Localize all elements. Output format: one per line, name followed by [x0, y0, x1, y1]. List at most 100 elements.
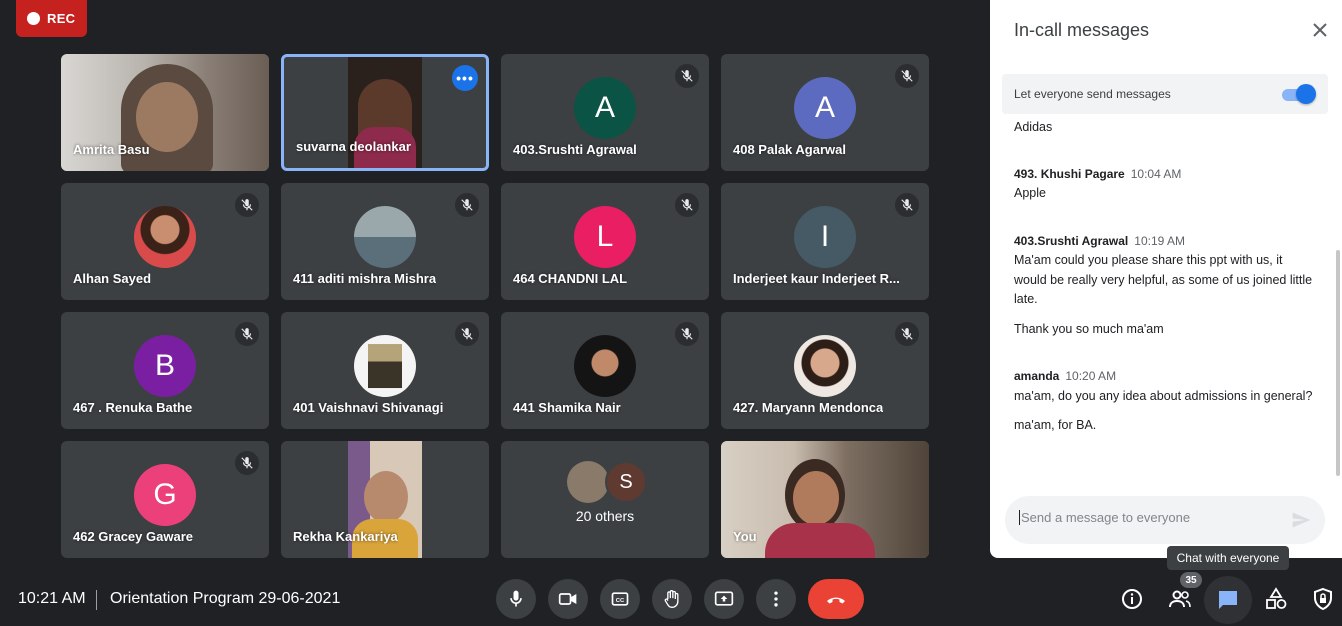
participant-name: 441 Shamika Nair [513, 400, 621, 415]
avatar: A [574, 76, 636, 139]
divider [96, 590, 97, 610]
message-input[interactable] [1019, 510, 1279, 525]
meeting-title: Orientation Program 29-06-2021 [110, 590, 341, 607]
message-text: Apple [1014, 186, 1046, 200]
message-time: 10:20 AM [1065, 369, 1117, 383]
bottom-bar: 10:21 AM Orientation Program 29-06-2021 … [0, 570, 1342, 626]
participant-tile[interactable]: Amrita Basu [61, 54, 269, 171]
message-text: Ma'am could you please share this ppt wi… [1014, 253, 1313, 306]
close-icon[interactable] [1310, 20, 1330, 40]
message-text: ma'am, for BA. [1014, 418, 1097, 432]
info-icon [1122, 589, 1142, 609]
chat-scrollbar[interactable] [1336, 250, 1340, 476]
host-controls-button[interactable] [1304, 580, 1342, 618]
mic-off-icon [455, 193, 479, 217]
avatar: L [574, 205, 636, 268]
camera-icon [558, 593, 577, 605]
participant-name: Inderjeet kaur Inderjeet R... [733, 271, 900, 286]
current-time: 10:21 AM [18, 590, 86, 607]
participant-tile[interactable]: A 408 Palak Agarwal [721, 54, 929, 171]
participant-name: 467 . Renuka Bathe [73, 400, 193, 415]
participant-tile[interactable]: Alhan Sayed [61, 183, 269, 300]
raise-hand-button[interactable] [652, 579, 692, 619]
avatar [567, 461, 609, 503]
camera-button[interactable] [548, 579, 588, 619]
message-composer [1005, 496, 1325, 544]
more-options-button[interactable] [756, 579, 796, 619]
participant-tile[interactable]: B 467 . Renuka Bathe [61, 312, 269, 429]
recording-label: REC [47, 11, 76, 26]
end-call-icon [827, 597, 845, 604]
participant-name: 427. Maryann Mendonca [733, 400, 884, 415]
mic-off-icon [455, 322, 479, 346]
mic-off-icon [235, 451, 259, 475]
captions-button[interactable]: CC [600, 579, 640, 619]
participant-count-badge: 35 [1180, 572, 1202, 588]
others-tile[interactable]: S 20 others [501, 441, 709, 558]
chat-icon [1219, 591, 1237, 609]
let-everyone-send-row: Let everyone send messages [1002, 74, 1328, 114]
mic-off-icon [895, 193, 919, 217]
mic-off-icon [235, 193, 259, 217]
avatar [574, 334, 636, 397]
message-text: ma'am, do you any idea about admissions … [1014, 388, 1313, 403]
meeting-details-button[interactable] [1113, 580, 1151, 618]
participant-name: 462 Gracey Gaware [73, 529, 193, 544]
more-options-icon[interactable]: ••• [452, 65, 478, 91]
send-messages-toggle[interactable] [1280, 84, 1316, 104]
message-group: 403.Srushti Agrawal 10:19 AM Ma'am could … [1014, 232, 1314, 340]
toggle-label: Let everyone send messages [1014, 87, 1171, 101]
participant-tile[interactable]: G 462 Gracey Gaware [61, 441, 269, 558]
participant-tile[interactable]: 441 Shamika Nair [501, 312, 709, 429]
chat-panel: In-call messages Let everyone send messa… [990, 0, 1342, 558]
present-button[interactable] [704, 579, 744, 619]
message-sender: amanda [1014, 369, 1060, 383]
participant-name: 464 CHANDNI LAL [513, 271, 628, 286]
participant-grid: Amrita Basu ••• suvarna deolankar A 403.… [61, 54, 931, 558]
participant-name: 408 Palak Agarwal [733, 142, 846, 157]
message-list: Adidas 493. Khushi Pagare 10:04 AM Apple … [1014, 120, 1314, 480]
self-tile[interactable]: You [721, 441, 929, 558]
message-text: Thank you so much ma'am [1014, 321, 1164, 336]
participant-name: Rekha Kankariya [293, 529, 398, 544]
avatar [354, 334, 416, 397]
send-icon[interactable] [1291, 510, 1311, 530]
host-controls-icon [1314, 587, 1332, 611]
others-count: 20 others [575, 508, 635, 524]
activities-button[interactable] [1257, 580, 1295, 618]
present-icon [714, 591, 734, 606]
raise-hand-icon [664, 590, 679, 609]
participant-name: Amrita Basu [73, 142, 150, 157]
avatar: G [134, 463, 196, 526]
participant-tile[interactable]: L 464 CHANDNI LAL [501, 183, 709, 300]
participant-name: suvarna deolankar [296, 139, 411, 154]
mic-off-icon [675, 64, 699, 88]
participant-tile[interactable]: Rekha Kankariya [281, 441, 489, 558]
chat-button[interactable] [1204, 576, 1252, 624]
mic-button[interactable] [496, 579, 536, 619]
participant-name: 411 aditi mishra Mishra [293, 271, 437, 286]
message-group: 493. Khushi Pagare 10:04 AM Apple [1014, 165, 1314, 204]
more-options-icon [774, 591, 778, 607]
mic-off-icon [895, 322, 919, 346]
activities-icon [1266, 587, 1287, 609]
end-call-button[interactable] [808, 579, 864, 619]
message-group: amanda 10:20 AM ma'am, do you any idea ab… [1014, 367, 1314, 436]
captions-icon: CC [611, 592, 629, 606]
avatar: A [794, 76, 856, 139]
participant-tile[interactable]: 427. Maryann Mendonca [721, 312, 929, 429]
participant-tile[interactable]: I Inderjeet kaur Inderjeet R... [721, 183, 929, 300]
panel-title: In-call messages [1014, 20, 1150, 40]
participant-tile-active[interactable]: ••• suvarna deolankar [281, 54, 489, 171]
mic-icon [510, 590, 522, 607]
message-time: 10:04 AM [1130, 166, 1182, 181]
avatar: I [794, 205, 856, 268]
participant-tile[interactable]: 401 Vaishnavi Shivanagi [281, 312, 489, 429]
message-text: Adidas [1014, 120, 1053, 134]
participant-tile[interactable]: 411 aditi mishra Mishra [281, 183, 489, 300]
participant-name: 401 Vaishnavi Shivanagi [293, 400, 444, 415]
participant-tile[interactable]: A 403.Srushti Agrawal [501, 54, 709, 171]
message-sender: 403.Srushti Agrawal [1014, 233, 1129, 248]
avatar [354, 205, 416, 268]
avatar [134, 205, 196, 268]
